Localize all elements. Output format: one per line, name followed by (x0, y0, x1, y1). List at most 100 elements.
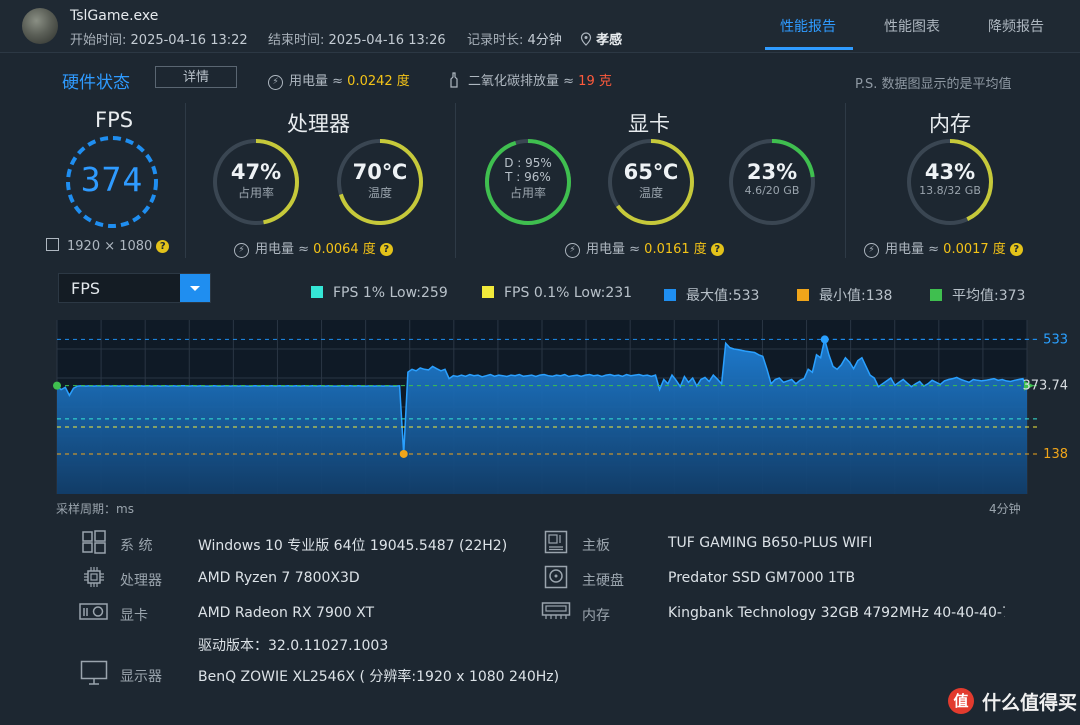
cpu-temp-label: 温度 (367, 186, 392, 200)
os-value: Windows 10 专业版 64位 19045.5487 (22H2) (198, 538, 508, 554)
avg-label: 373.74 (1023, 379, 1069, 394)
help-icon[interactable]: ? (1009, 243, 1023, 256)
memory-power: ⚡ 用电量 ≈ 0.0017 度? (864, 238, 1023, 258)
gpu-vram: 23% 4.6/20 GB (726, 160, 818, 197)
legend-point-one-pct-low: FPS 0.1% Low:231 (482, 285, 632, 301)
monitor-label: 显示器 (120, 669, 162, 685)
duration-value: 4分钟 (527, 33, 562, 48)
gpu-power: ⚡ 用电量 ≈ 0.0161 度? (565, 238, 724, 258)
hardware-status-title: 硬件状态 (62, 73, 130, 93)
end-time-value: 2025-04-16 13:26 (328, 33, 446, 48)
legend-one-pct-low: FPS 1% Low:259 (311, 285, 448, 301)
cpu-usage-label: 占用率 (237, 186, 274, 200)
watermark-logo: 值 (948, 688, 974, 714)
help-icon[interactable]: ? (379, 243, 393, 256)
gpu-icon (79, 603, 108, 620)
metric-select[interactable]: FPS (58, 273, 211, 303)
cpu-value: AMD Ryzen 7 7800X3D (198, 570, 360, 586)
dropdown-button[interactable] (180, 274, 210, 302)
memory-icon (541, 602, 571, 619)
x-axis-left-label: 采样周期：ms (56, 502, 134, 516)
app-icon (22, 8, 58, 44)
memory-title: 内存 (929, 112, 971, 136)
app-name: TslGame.exe (70, 8, 159, 24)
power-icon: ⚡ (268, 75, 283, 90)
legend-label: FPS 0.1% Low:231 (504, 285, 633, 301)
gpu-t-value: T : 96% (505, 170, 551, 184)
start-time-value: 2025-04-16 13:22 (130, 33, 248, 48)
cpu-icon (84, 567, 104, 587)
metric-select-value: FPS (71, 279, 101, 298)
tab-performance-report[interactable]: 性能报告 (780, 16, 836, 36)
divider (455, 103, 456, 258)
power-icon: ⚡ (864, 243, 879, 258)
max-label: 533 (1043, 332, 1068, 347)
gpu-temp-value: 65℃ (623, 160, 679, 184)
help-icon[interactable]: ? (156, 240, 170, 253)
screen-icon (46, 238, 59, 251)
legend-label: FPS 1% Low:259 (333, 285, 448, 301)
legend-max: 最大值:533 (664, 285, 759, 305)
gpu-power-value: 0.0161 度 (644, 242, 707, 257)
chevron-down-icon (190, 286, 200, 291)
disk-value: Predator SSD GM7000 1TB (668, 570, 856, 586)
cpu-label: 处理器 (120, 573, 162, 589)
gpu-power-label: 用电量 ≈ (586, 242, 641, 257)
resolution-value: 1920 × 1080 (67, 239, 153, 254)
co2-value: 19 克 (578, 74, 612, 89)
fps-value: 374 (80, 160, 144, 199)
gpu-temp-label: 温度 (638, 186, 663, 200)
total-power-label: 用电量 ≈ (289, 74, 344, 89)
driver-version: 驱动版本：32.0.11027.1003 (198, 638, 389, 654)
legend-min: 最小值:138 (797, 285, 892, 305)
start-time-label: 开始时间: (70, 33, 127, 48)
legend-swatch (797, 289, 809, 301)
location: 孝感 (580, 29, 622, 48)
cpu-usage: 47% 占用率 (210, 160, 302, 201)
end-time-label: 结束时间: (268, 33, 325, 48)
fps-title: FPS (95, 108, 134, 132)
min-label: 138 (1043, 447, 1068, 462)
end-time: 结束时间: 2025-04-16 13:26 (268, 29, 446, 48)
cpu-power: ⚡ 用电量 ≈ 0.0064 度? (234, 238, 393, 258)
co2-emission: 二氧化碳排放量 ≈ 19 克 (448, 70, 612, 89)
tab-throttle-report[interactable]: 降频报告 (988, 16, 1044, 36)
power-icon: ⚡ (234, 243, 249, 258)
gpu-value: AMD Radeon RX 7900 XT (198, 605, 375, 621)
gpu-d-value: D : 95% (504, 156, 552, 170)
help-icon[interactable]: ? (710, 243, 724, 256)
motherboard-label: 主板 (582, 538, 610, 554)
max-marker (820, 335, 829, 344)
memory-power-label: 用电量 ≈ (885, 242, 940, 257)
total-power: ⚡ 用电量 ≈ 0.0242 度 (268, 70, 410, 90)
gpu-usage: D : 95% T : 96% 占用率 (482, 156, 574, 201)
gpu-title: 显卡 (628, 112, 670, 136)
monitor-icon (80, 660, 108, 685)
disk-label: 主硬盘 (582, 573, 624, 589)
legend-swatch (311, 286, 323, 298)
disk-icon (544, 565, 568, 589)
fps-chart: 533 373.74 138 (53, 320, 1069, 494)
watermark-text: 什么值得买 (982, 692, 1078, 714)
avg-start-marker (53, 381, 61, 390)
legend-label: 最大值:533 (686, 288, 760, 304)
active-tab-indicator (765, 47, 853, 50)
resolution: 1920 × 1080? (46, 238, 170, 254)
legend-average: 平均值:373 (930, 285, 1025, 305)
legend-swatch (482, 286, 494, 298)
gpu-usage-label: 占用率 (509, 186, 546, 200)
divider (185, 103, 186, 258)
cpu-power-label: 用电量 ≈ (255, 242, 310, 257)
legend-swatch (930, 289, 942, 301)
legend-label: 平均值:373 (952, 288, 1026, 304)
memory-power-value: 0.0017 度 (943, 242, 1006, 257)
memory-info-value: Kingbank Technology 32GB 4792MHz 40-40-4… (668, 605, 1005, 621)
location-value: 孝感 (596, 33, 623, 48)
windows-icon (82, 530, 106, 554)
tab-performance-charts[interactable]: 性能图表 (884, 16, 940, 36)
detail-button[interactable]: 详情 (155, 66, 237, 88)
location-pin-icon (580, 32, 592, 46)
cpu-temp-value: 70℃ (352, 160, 408, 184)
gpu-vram-value: 23% (746, 160, 798, 184)
motherboard-icon (544, 530, 568, 554)
